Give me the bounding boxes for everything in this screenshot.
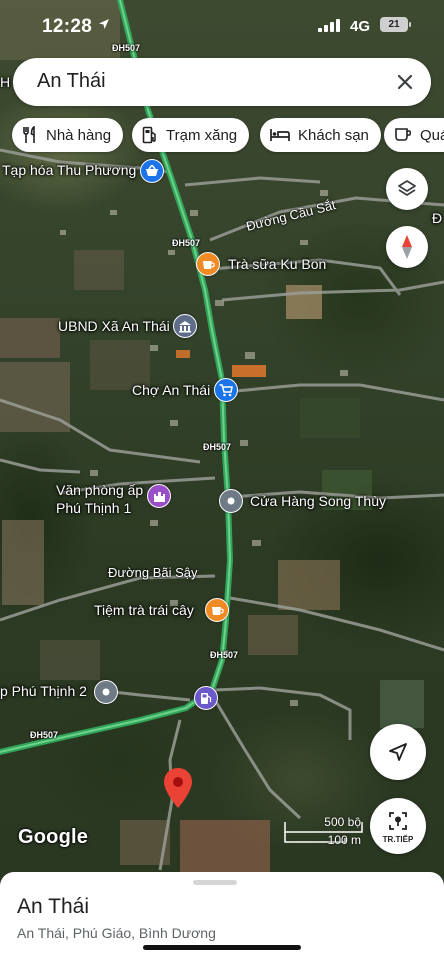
status-time: 12:28	[42, 16, 93, 37]
chip-label: Trạm xăng	[166, 126, 238, 144]
sheet-drag-handle[interactable]	[193, 880, 237, 885]
street-view-button[interactable]: TR.TIẾP	[370, 798, 426, 854]
poi-label[interactable]: Tạp hóa Thu Phương	[2, 162, 136, 178]
scale-imperial: 500 bộ	[324, 815, 361, 829]
cellular-signal-icon	[318, 19, 340, 32]
bed-icon	[270, 129, 290, 141]
poi-label[interactable]: Tiệm trà trái cây	[94, 602, 194, 618]
edge-place-label: Đ	[432, 210, 443, 226]
chip-label: Nhà hàng	[46, 126, 112, 144]
chip-cafes[interactable]: Quá	[384, 118, 444, 152]
chip-restaurants[interactable]: Nhà hàng	[12, 118, 124, 152]
chip-hotels[interactable]: Khách sạn	[260, 118, 381, 152]
location-arrow-icon	[99, 19, 109, 29]
coffee-cup-icon	[395, 128, 411, 141]
search-query[interactable]: An Thái	[37, 70, 106, 93]
place-title: An Thái	[17, 895, 89, 918]
poi-label[interactable]: UBND Xã An Thái	[58, 318, 170, 334]
battery-icon: 21	[380, 17, 411, 32]
shopping-basket-icon[interactable]	[140, 159, 164, 183]
google-attribution: Google	[18, 826, 89, 848]
network-type: 4G	[350, 18, 371, 35]
place-dot-icon[interactable]	[219, 489, 243, 513]
street-view-label: TR.TIẾP	[382, 835, 414, 844]
home-indicator[interactable]	[143, 945, 301, 950]
castle-icon[interactable]	[147, 484, 171, 508]
chip-label: Quá	[420, 126, 444, 144]
search-bar[interactable]: An Thái	[13, 58, 431, 106]
government-building-icon[interactable]	[173, 314, 197, 338]
scale-bar: 500 bộ 100 m	[283, 815, 363, 849]
navigation-arrow-icon	[389, 743, 407, 761]
chip-gas-stations[interactable]: Trạm xăng	[132, 118, 250, 152]
cup-icon[interactable]	[196, 252, 220, 276]
road-label: Đường Bãi Sậy	[108, 565, 198, 580]
layers-icon	[398, 180, 416, 196]
my-location-button[interactable]	[370, 724, 426, 780]
gas-station-icon	[142, 126, 156, 144]
route-shield: ĐH507	[210, 650, 239, 660]
poi-label[interactable]: p Phú Thịnh 2	[0, 683, 87, 699]
scale-metric: 100 m	[327, 833, 361, 847]
route-shield: ĐH507	[30, 730, 59, 740]
route-shield: ĐH507	[203, 442, 232, 452]
edge-place-label: H	[0, 74, 11, 90]
fork-knife-icon	[23, 126, 35, 143]
close-icon[interactable]	[393, 70, 417, 94]
place-dot-icon[interactable]	[94, 680, 118, 704]
gas-station-icon[interactable]	[194, 686, 218, 710]
place-address: An Thái, Phú Giáo, Bình Dương	[17, 925, 216, 941]
layers-button[interactable]	[386, 168, 428, 210]
poi-label[interactable]: Trà sữa Ku Bon	[228, 256, 326, 272]
street-view-icon	[389, 812, 407, 830]
route-shield: ĐH507	[172, 238, 201, 248]
poi-label[interactable]: Cửa Hàng Song Thùy	[250, 493, 386, 509]
compass-icon	[402, 235, 412, 259]
category-chips: Nhà hàng Trạm xăng Khách sạn Quá	[0, 118, 444, 154]
destination-pin-icon[interactable]	[164, 768, 192, 808]
compass-button[interactable]	[386, 226, 428, 268]
shopping-cart-icon[interactable]	[214, 378, 238, 402]
chip-label: Khách sạn	[298, 126, 369, 144]
status-bar: 12:28 4G 21	[0, 0, 444, 54]
cup-icon[interactable]	[205, 598, 229, 622]
poi-label[interactable]: Chợ An Thái	[132, 382, 210, 398]
